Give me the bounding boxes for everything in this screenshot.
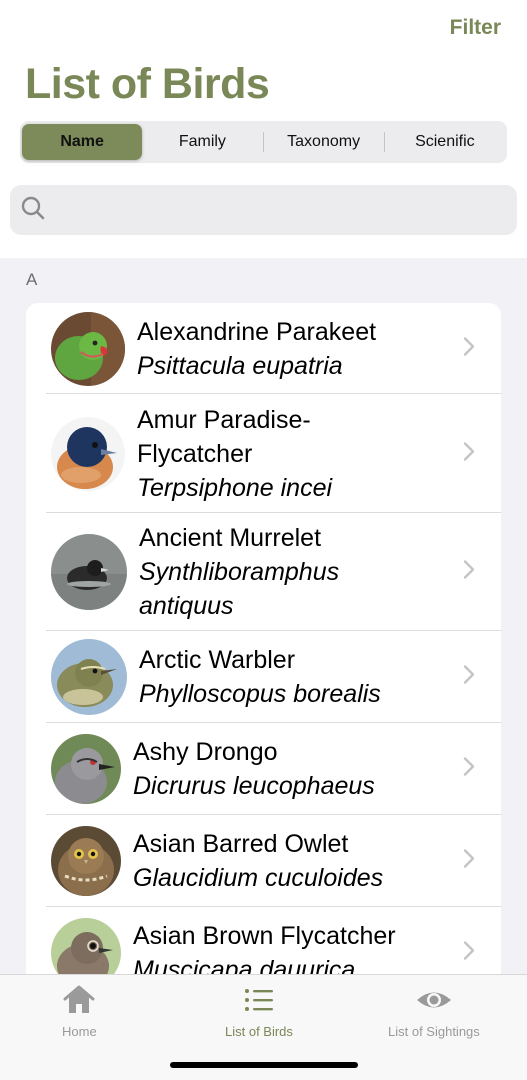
bird-common-name: Ashy Drongo bbox=[133, 738, 278, 766]
bird-common-name: Amur Paradise- Flycatcher bbox=[137, 405, 311, 468]
chevron-right-icon bbox=[463, 336, 475, 361]
segment-family[interactable]: Family bbox=[142, 124, 262, 160]
segment-taxonomy[interactable]: Taxonomy bbox=[264, 124, 384, 160]
chevron-right-icon bbox=[463, 941, 475, 966]
tab-list-of-sightings[interactable]: List of Sightings bbox=[388, 985, 480, 1039]
list-item[interactable]: Alexandrine Parakeet Psittacula eupatria bbox=[26, 303, 501, 394]
bird-photo bbox=[51, 639, 127, 715]
segment-scientific[interactable]: Scienific bbox=[385, 124, 505, 160]
bird-photo bbox=[51, 416, 125, 491]
eye-icon bbox=[415, 985, 453, 1020]
list-item[interactable]: Asian Barred Owlet Glaucidium cuculoides bbox=[26, 815, 501, 907]
list-icon bbox=[243, 985, 275, 1020]
search-field[interactable] bbox=[10, 185, 517, 235]
header-area: Filter List of Birds Name Family Taxonom… bbox=[0, 0, 527, 258]
section-header: A bbox=[26, 270, 38, 289]
bird-photo bbox=[51, 534, 127, 610]
tab-list-of-sightings-label: List of Sightings bbox=[388, 1024, 480, 1039]
tab-list-of-birds-label: List of Birds bbox=[225, 1024, 293, 1039]
tab-home[interactable]: Home bbox=[62, 985, 97, 1039]
chevron-right-icon bbox=[463, 757, 475, 782]
bird-scientific-name: Glaucidium cuculoides bbox=[133, 864, 384, 892]
bird-scientific-name: Psittacula eupatria bbox=[137, 351, 343, 380]
bird-photo bbox=[51, 918, 121, 974]
page-title: List of Birds bbox=[25, 60, 270, 108]
sort-segmented-control: Name Family Taxonomy Scienific bbox=[20, 121, 507, 163]
bird-scientific-name: Phylloscopus borealis bbox=[139, 680, 381, 708]
bird-common-name: Asian Barred Owlet bbox=[133, 830, 349, 858]
list-item[interactable]: Asian Brown Flycatcher Muscicapa dauuric… bbox=[26, 907, 501, 974]
bird-common-name: Alexandrine Parakeet bbox=[137, 317, 377, 346]
bird-photo bbox=[51, 734, 121, 804]
home-indicator bbox=[170, 1062, 358, 1068]
bird-list: A Alexandrine Parakeet Psittacula eupatr… bbox=[0, 258, 527, 974]
list-item[interactable]: Ashy Drongo Dicrurus leucophaeus bbox=[26, 723, 501, 815]
list-item[interactable]: Arctic Warbler Phylloscopus borealis bbox=[26, 631, 501, 723]
bird-scientific-name: Terpsiphone incei bbox=[137, 473, 333, 502]
segment-name[interactable]: Name bbox=[22, 124, 143, 160]
filter-button[interactable]: Filter bbox=[450, 16, 501, 40]
bird-scientific-name: Synthliboramphus antiquus bbox=[139, 558, 340, 620]
chevron-right-icon bbox=[463, 665, 475, 690]
search-icon bbox=[20, 195, 46, 226]
bird-common-name: Ancient Murrelet bbox=[139, 524, 322, 552]
bird-photo bbox=[51, 311, 125, 386]
bird-scientific-name: Muscicapa dauurica bbox=[133, 956, 356, 974]
list-card: Alexandrine Parakeet Psittacula eupatria bbox=[26, 303, 501, 974]
bird-photo bbox=[51, 826, 121, 896]
tab-list-of-birds[interactable]: List of Birds bbox=[225, 985, 293, 1039]
bird-common-name: Asian Brown Flycatcher bbox=[133, 922, 396, 950]
list-item[interactable]: Ancient Murrelet Synthliboramphus antiqu… bbox=[26, 513, 501, 631]
chevron-right-icon bbox=[463, 560, 475, 585]
chevron-right-icon bbox=[463, 441, 475, 466]
bird-scientific-name: Dicrurus leucophaeus bbox=[133, 772, 375, 800]
list-item[interactable]: Amur Paradise- Flycatcher Terpsiphone in… bbox=[26, 394, 501, 513]
home-icon bbox=[62, 985, 96, 1020]
bird-common-name: Arctic Warbler bbox=[139, 646, 296, 674]
tab-home-label: Home bbox=[62, 1024, 97, 1039]
chevron-right-icon bbox=[463, 849, 475, 874]
